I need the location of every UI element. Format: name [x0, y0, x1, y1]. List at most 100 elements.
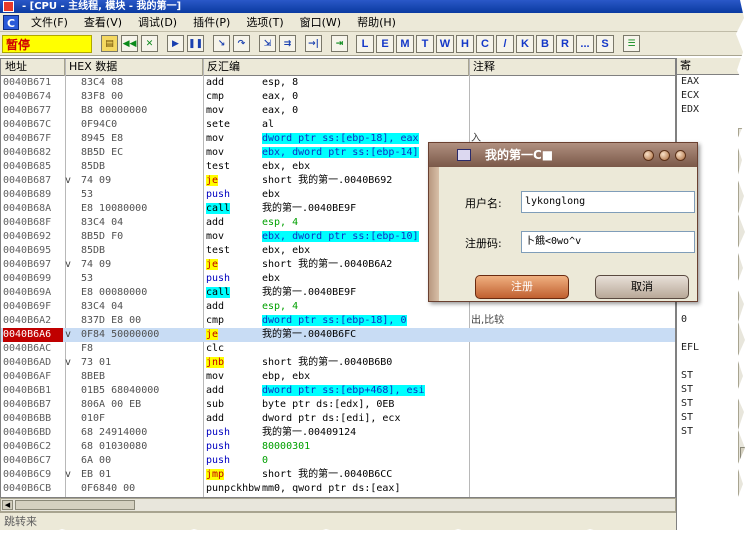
restart-icon[interactable]: ◀◀: [121, 35, 138, 52]
row-mnemonic: mov: [206, 231, 225, 242]
source-button[interactable]: S: [596, 34, 614, 53]
row-hex-bytes: 01B5 68040000: [81, 385, 160, 396]
menu-window[interactable]: 窗口(W): [292, 14, 349, 31]
row-address: 0040B677: [3, 105, 52, 116]
row-operands-text: dword ptr ss:[ebp+468], esi: [262, 385, 425, 396]
disasm-row[interactable]: 0040B677 B8 00000000 mov eax, 0: [1, 104, 675, 118]
row-operands-text: 0: [262, 455, 269, 466]
maximize-icon[interactable]: [659, 150, 670, 161]
row-hex-bytes: EB 01: [81, 469, 112, 480]
col-disasm[interactable]: 反汇编: [203, 59, 469, 76]
menu-options[interactable]: 选项(T): [238, 14, 291, 31]
handles-window-button[interactable]: H: [456, 34, 474, 53]
col-comment[interactable]: 注释: [469, 59, 675, 76]
scroll-thumb[interactable]: [15, 500, 135, 510]
menu-debug[interactable]: 调试(D): [130, 14, 185, 31]
disasm-row[interactable]: 0040B671 83C4 08 add esp, 8: [1, 76, 675, 90]
disasm-row[interactable]: 0040B6BB 010F add dword ptr ds:[edi], ecx: [1, 412, 675, 426]
disasm-row[interactable]: 0040B6BD 68 24914000 push 我的第一.00409124: [1, 426, 675, 440]
step-over-icon[interactable]: ↷: [233, 35, 250, 52]
references-button[interactable]: R: [556, 34, 574, 53]
call-stack-button[interactable]: K: [516, 34, 534, 53]
horizontal-scrollbar[interactable]: ◀: [0, 498, 676, 512]
run-icon[interactable]: ▶: [167, 35, 184, 52]
close-debug-icon[interactable]: ✕: [141, 35, 158, 52]
scroll-left-icon[interactable]: ◀: [2, 500, 13, 510]
step-into-icon[interactable]: ↘: [213, 35, 230, 52]
execute-till-return-icon[interactable]: →|: [305, 35, 322, 52]
cpu-window-icon[interactable]: C: [3, 14, 19, 30]
register-button[interactable]: 注册: [475, 275, 569, 299]
row-jump-arrow: [65, 188, 75, 202]
row-mnemonic: mov: [206, 105, 225, 116]
menu-help[interactable]: 帮助(H): [349, 14, 404, 31]
threads-window-button[interactable]: T: [416, 34, 434, 53]
disasm-row[interactable]: 0040B6A2 837D E8 00 cmp dword ptr ss:[ebp-1…: [1, 314, 675, 328]
row-jump-arrow: [65, 76, 75, 90]
row-address: 0040B695: [3, 245, 52, 256]
username-input[interactable]: lykonglong: [521, 191, 695, 213]
patches-window-button[interactable]: /: [496, 34, 514, 53]
cpu-window-button[interactable]: C: [476, 34, 494, 53]
row-hex-bytes: 73 01: [81, 357, 112, 368]
list-view-icon[interactable]: ☰: [623, 35, 640, 52]
dialog-title-bar[interactable]: 我的第一C■: [429, 143, 697, 167]
pause-icon[interactable]: ❚❚: [187, 35, 204, 52]
row-mnemonic-text: push: [206, 189, 231, 200]
row-address: 0040B6BD: [3, 427, 52, 438]
col-hex[interactable]: HEX 数据: [65, 59, 203, 76]
row-operands-text: 80000301: [262, 441, 311, 452]
trace-into-icon[interactable]: ⇲: [259, 35, 276, 52]
row-operands: 0: [262, 454, 467, 468]
menu-file[interactable]: 文件(F): [23, 14, 76, 31]
row-hex-bytes: 010F: [81, 413, 106, 424]
row-address: 0040B6AD: [3, 357, 52, 368]
log-window-button[interactable]: L: [356, 34, 374, 53]
row-operands: eax, 0: [262, 105, 299, 116]
row-jump-arrow: [65, 132, 75, 146]
disasm-row[interactable]: 0040B6B1 01B5 68040000 add dword ptr ss:[eb…: [1, 384, 675, 398]
trace-over-icon[interactable]: ⇉: [279, 35, 296, 52]
breakpoints-button[interactable]: B: [536, 34, 554, 53]
row-comment: 出,比较: [471, 315, 505, 326]
memory-window-button[interactable]: M: [396, 34, 414, 53]
row-hex-bytes: 8945 E8: [81, 133, 124, 144]
disasm-row[interactable]: 0040B674 83F8 00 cmp eax, 0: [1, 90, 675, 104]
registration-dialog: 我的第一C■ 用户名: lykonglong 注册码: 卜餓<0wo^v 注册 …: [428, 142, 698, 302]
disasm-row[interactable]: 0040B6AF 8BEB mov ebp, ebx: [1, 370, 675, 384]
row-mnemonic: mov: [206, 133, 225, 144]
row-address: 0040B68F: [3, 217, 52, 228]
window-title: - [CPU - 主线程, 模块 - 我的第一]: [22, 1, 182, 12]
row-operands: dword ptr ss:[ebp-18], 0: [262, 314, 467, 328]
disasm-row[interactable]: 0040B69F 83C4 04 add esp, 4: [1, 300, 675, 314]
menu-plugins[interactable]: 插件(P): [185, 14, 238, 31]
disasm-row[interactable]: 0040B6A6 v 0F84 50000000 je 我的第一.0040B6FC: [1, 328, 675, 342]
disasm-row[interactable]: 0040B6C2 68 01030080 push 80000301: [1, 440, 675, 454]
row-operands: short 我的第一.0040B6CC: [262, 469, 393, 480]
row-mnemonic: sub: [206, 399, 225, 410]
row-jump-arrow: [65, 482, 75, 496]
cancel-button[interactable]: 取消: [595, 275, 689, 299]
modules-window-button[interactable]: E: [376, 34, 394, 53]
disasm-row[interactable]: 0040B6C9 v EB 01 jmp short 我的第一.0040B6CC: [1, 468, 675, 482]
disasm-row[interactable]: 0040B67C 0F94C0 sete al: [1, 118, 675, 132]
disasm-row[interactable]: 0040B6AD v 73 01 jnb short 我的第一.0040B6B0: [1, 356, 675, 370]
close-icon[interactable]: [675, 150, 686, 161]
row-mnemonic: add: [206, 217, 225, 228]
run-trace-button[interactable]: ...: [576, 34, 594, 53]
goto-icon[interactable]: ⇥: [331, 35, 348, 52]
col-address[interactable]: 地址: [1, 59, 65, 76]
row-jump-arrow: [65, 118, 75, 132]
serial-input[interactable]: 卜餓<0wo^v: [521, 231, 695, 253]
menu-view[interactable]: 查看(V): [76, 14, 130, 31]
disasm-row[interactable]: 0040B6B7 806A 00 EB sub byte ptr ds:[edx], …: [1, 398, 675, 412]
row-address: 0040B6C7: [3, 455, 52, 466]
disasm-row[interactable]: 0040B6C7 6A 00 push 0: [1, 454, 675, 468]
row-hex-bytes: 837D E8 00: [81, 315, 142, 326]
open-file-icon[interactable]: ▤: [101, 35, 118, 52]
windows-window-button[interactable]: W: [436, 34, 454, 53]
disasm-row[interactable]: 0040B6CB 0F6840 00 punpckhbw mm0, qword ptr…: [1, 482, 675, 496]
row-operands: byte ptr ds:[edx], 0EB: [262, 399, 395, 410]
disasm-row[interactable]: 0040B6AC F8 clc: [1, 342, 675, 356]
minimize-icon[interactable]: [643, 150, 654, 161]
